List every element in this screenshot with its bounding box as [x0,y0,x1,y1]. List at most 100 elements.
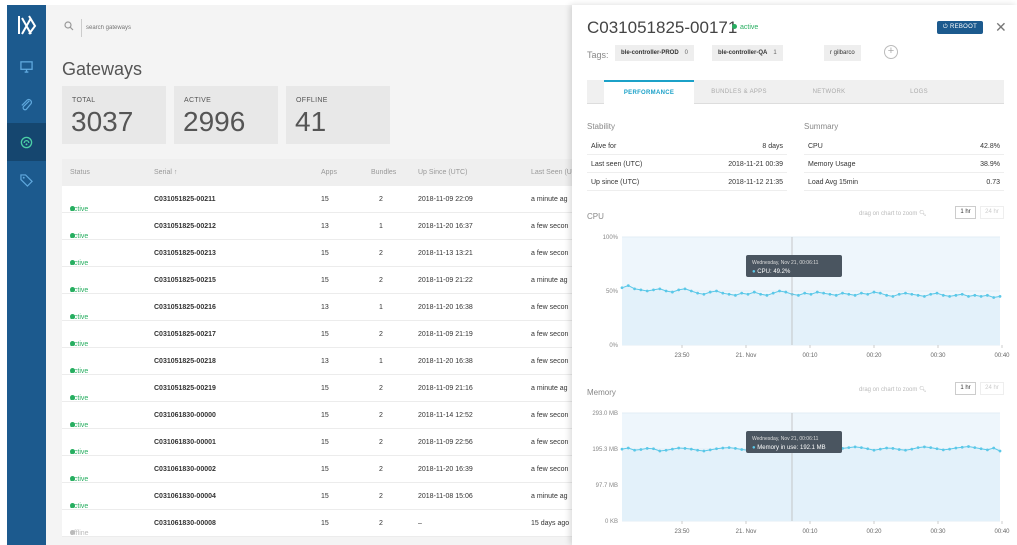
data-point [822,291,825,295]
table-row[interactable]: offline C031061830-00008 15 2 – 15 days ago [62,510,572,537]
sidebar-item-gateways[interactable] [7,123,46,161]
header-apps[interactable]: Apps [321,169,337,176]
tag-chip[interactable]: ble-controller-PROD 0 [615,45,695,61]
stat-key: Alive for [591,143,617,150]
stat-active: ACTIVE 2996 [174,86,278,144]
row-up-since: 2018-11-09 22:56 [418,439,473,446]
sidebar-item-monitor[interactable] [7,47,46,85]
table-row[interactable]: active C031051825-00218 13 1 2018-11-20 16:3… [62,348,572,375]
table-row[interactable]: active C031061830-00001 15 2 2018-11-09 22:5… [62,429,572,456]
table-row[interactable]: active C031061830-00002 15 2 2018-11-20 16:3… [62,456,572,483]
range-24hr-button[interactable]: 24 hr [980,382,1004,395]
reboot-button[interactable]: ⏻ REBOOT [937,21,983,34]
stat-key: Memory Usage [808,161,856,168]
row-serial[interactable]: C031061830-00001 [154,439,216,446]
data-point [683,446,687,450]
header-last-seen[interactable]: Last Seen (U [531,169,572,176]
row-apps: 15 [321,493,329,500]
row-serial[interactable]: C031051825-00217 [154,331,216,338]
row-serial[interactable]: C031051825-00216 [154,304,216,311]
y-tick-label: 50% [606,289,619,295]
row-serial[interactable]: C031051825-00211 [154,196,216,203]
row-up-since: 2018-11-13 13:21 [418,250,473,257]
table-row[interactable]: active C031051825-00215 15 2 2018-11-09 21:2… [62,267,572,294]
stat-value: 38.9% [980,161,1000,168]
tag-chip[interactable]: r gilbarco [824,45,861,61]
table-row[interactable]: active C031051825-00212 13 1 2018-11-20 16:3… [62,213,572,240]
table-row[interactable]: active C031051825-00219 15 2 2018-11-09 21:1… [62,375,572,402]
tab-network[interactable]: NETWORK [784,80,874,104]
header-bundles[interactable]: Bundles [371,169,396,176]
table-row[interactable]: active C031051825-00216 13 1 2018-11-20 16:3… [62,294,572,321]
zoom-icon: 🔍︎ [919,211,927,217]
data-point [860,446,863,450]
series-area [622,446,1000,521]
header-serial[interactable]: Serial ↑ [154,169,177,176]
data-point [715,289,718,293]
memory-chart[interactable]: 293.0 MB 195.3 MB 97.7 MB 0 KB 23:50 21. Nov 0… [582,403,1010,541]
header-up-since[interactable]: Up Since (UTC) [418,169,467,176]
add-tag-icon[interactable]: + [884,45,898,59]
table-row[interactable]: active C031061830-00004 15 2 2018-11-08 15:0… [62,483,572,510]
data-point [834,293,838,297]
row-serial[interactable]: C031051825-00212 [154,223,216,230]
data-point [885,293,888,297]
row-serial[interactable]: C031051825-00215 [154,277,216,284]
data-point [708,448,712,452]
row-serial[interactable]: C031061830-00004 [154,493,216,500]
gateway-title: C031051825-00171 [587,18,738,37]
row-apps: 13 [321,223,329,230]
x-tick-label: 00:10 [802,529,818,535]
row-last-seen: a few secon [531,358,569,365]
table-row[interactable]: active C031051825-00217 15 2 2018-11-09 21:1… [62,321,572,348]
x-tick-label: 00:30 [930,353,946,359]
row-last-seen: a minute ag [531,277,568,284]
row-last-seen: a minute ag [531,196,568,203]
data-point [620,447,624,451]
data-point [979,295,983,298]
data-point [809,292,813,296]
row-serial[interactable]: C031061830-00002 [154,466,216,473]
cpu-chart[interactable]: 100% 50% 0% 23:50 21. Nov 00:10 00:20 00:30 00:4… [582,227,1010,365]
x-tick-label: 00:20 [866,353,882,359]
row-serial[interactable]: C031061830-00008 [154,520,216,527]
row-serial[interactable]: C031051825-00218 [154,358,216,365]
tab-logs[interactable]: LOGS [874,80,964,104]
data-point [941,293,945,297]
tab-bundles-apps[interactable]: BUNDLES & APPS [694,80,784,104]
table-row[interactable]: active C031051825-00213 15 2 2018-11-13 13:2… [62,240,572,267]
data-point [853,293,857,297]
range-1hr-button[interactable]: 1 hr [955,382,976,395]
logo-icon[interactable] [17,14,37,36]
tag-chip[interactable]: ble-controller-QA 1 [712,45,783,61]
sidebar-item-attachments[interactable] [7,85,46,123]
row-serial[interactable]: C031051825-00219 [154,385,216,392]
search-input[interactable] [86,19,286,37]
sidebar-item-tags[interactable] [7,161,46,199]
row-serial[interactable]: C031051825-00213 [154,250,216,257]
row-up-since: 2018-11-20 16:37 [418,223,473,230]
row-status-text: active [70,476,89,483]
tags-label: Tags: [587,50,609,60]
x-tick-label: 23:50 [674,353,690,359]
data-point [904,448,907,452]
table-row[interactable]: active C031061830-00000 15 2 2018-11-14 12:5… [62,402,572,429]
row-bundles: 2 [379,385,383,392]
row-apps: 15 [321,412,329,419]
range-1hr-button[interactable]: 1 hr [955,206,976,219]
range-24hr-button[interactable]: 24 hr [980,206,1004,219]
row-up-since: 2018-11-20 16:38 [418,304,473,311]
row-serial[interactable]: C031061830-00000 [154,412,216,419]
summary-row: CPU 42.8% [804,137,1004,155]
data-point [872,448,876,452]
row-status-text: active [70,233,89,240]
table-body: active C031051825-00211 15 2 2018-11-09 22:0… [62,186,572,537]
data-point [671,290,674,294]
header-status[interactable]: Status [70,169,90,176]
tab-performance[interactable]: PERFORMANCE [604,80,694,104]
close-icon[interactable]: ✕ [995,19,1007,36]
data-point [784,290,788,294]
data-point [897,448,901,451]
table-row[interactable]: active C031051825-00211 15 2 2018-11-09 22:0… [62,186,572,213]
row-last-seen: a few secon [531,466,569,473]
